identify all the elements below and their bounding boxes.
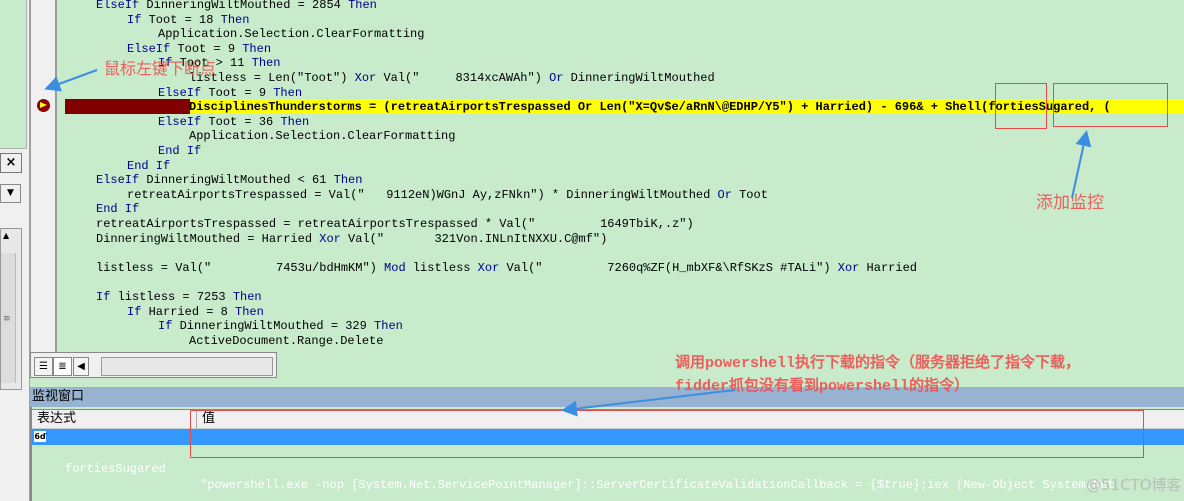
arrow-to-gutter [44, 69, 98, 92]
watermark: @51CTO博客 [1086, 476, 1182, 494]
arrow-to-variable [1071, 130, 1092, 199]
annotation-arrows [44, 69, 1092, 417]
arrow-to-watch [561, 389, 736, 417]
